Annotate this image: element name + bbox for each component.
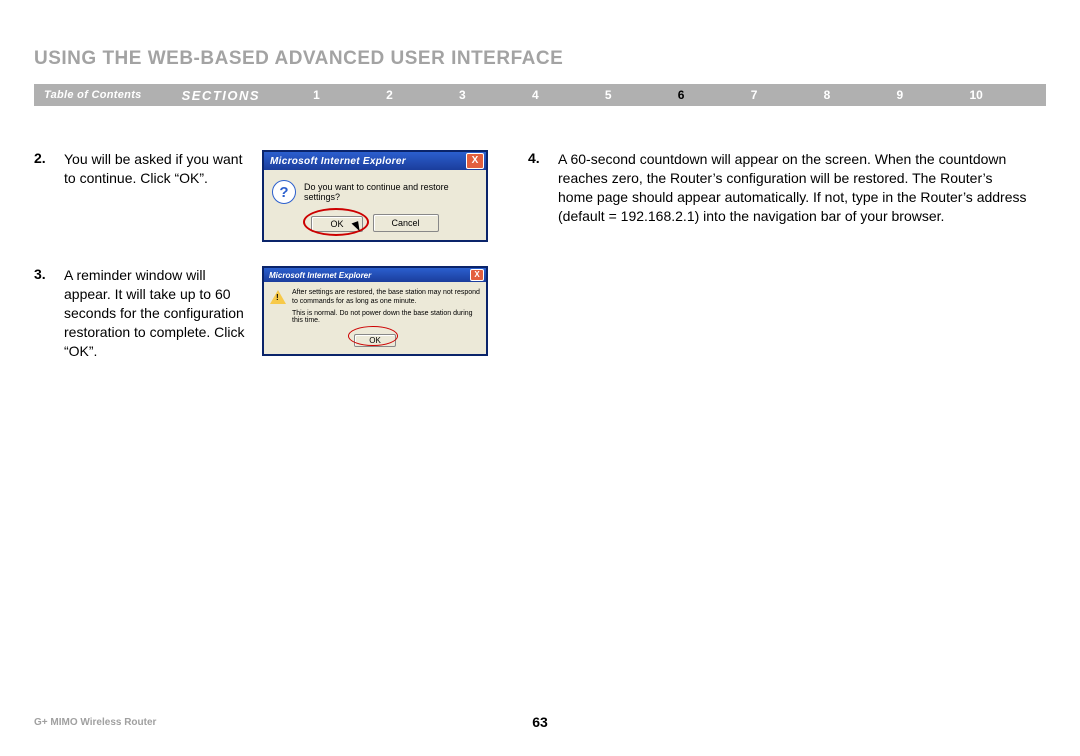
section-link-1[interactable]: 1 [313,88,320,102]
section-link-8[interactable]: 8 [824,88,831,102]
dialog-line1: After settings are restored, the base st… [292,288,480,306]
close-icon[interactable]: X [470,269,484,281]
warning-icon [270,290,286,304]
section-link-9[interactable]: 9 [897,88,904,102]
step-2-screenshot: Microsoft Internet Explorer X ? Do you w… [262,150,484,242]
section-link-5[interactable]: 5 [605,88,612,102]
question-icon: ? [272,180,296,204]
right-column: 4. A 60-second countdown will appear on … [528,150,1038,384]
step-2-number: 2. [34,150,64,242]
dialog-titlebar: Microsoft Internet Explorer X [264,152,486,170]
left-column: 2. You will be asked if you want to cont… [34,150,528,384]
confirm-dialog: Microsoft Internet Explorer X ? Do you w… [262,150,488,242]
section-link-6[interactable]: 6 [678,88,685,102]
step-3: 3. A reminder window will appear. It wil… [34,266,528,360]
page-number: 63 [0,714,1080,730]
dialog-title: Microsoft Internet Explorer [269,271,371,280]
content-area: 2. You will be asked if you want to cont… [34,150,1046,384]
sections-label: SECTIONS [152,88,280,103]
dialog-body: After settings are restored, the base st… [264,282,486,354]
section-link-3[interactable]: 3 [459,88,466,102]
section-nav-bar: Table of Contents SECTIONS 1 2 3 4 5 6 7… [34,84,1046,106]
section-link-7[interactable]: 7 [751,88,758,102]
toc-link[interactable]: Table of Contents [34,89,152,101]
dialog-title: Microsoft Internet Explorer [270,156,406,167]
reminder-dialog: Microsoft Internet Explorer X After sett… [262,266,488,356]
step-3-text: A reminder window will appear. It will t… [64,266,262,360]
step-4-number: 4. [528,150,558,226]
step-4: 4. A 60-second countdown will appear on … [528,150,1038,226]
section-numbers: 1 2 3 4 5 6 7 8 9 10 [280,88,1046,102]
ok-button[interactable]: OK [354,334,396,347]
close-icon[interactable]: X [466,153,484,169]
dialog-line2: This is normal. Do not power down the ba… [292,310,480,324]
step-4-text: A 60-second countdown will appear on the… [558,150,1028,226]
section-link-10[interactable]: 10 [969,88,982,102]
step-3-number: 3. [34,266,64,360]
section-link-4[interactable]: 4 [532,88,539,102]
step-2: 2. You will be asked if you want to cont… [34,150,528,242]
step-3-screenshot: Microsoft Internet Explorer X After sett… [262,266,484,360]
dialog-titlebar: Microsoft Internet Explorer X [264,268,486,282]
cancel-button[interactable]: Cancel [373,214,439,232]
step-2-text: You will be asked if you want to continu… [64,150,262,242]
section-link-2[interactable]: 2 [386,88,393,102]
dialog-message: Do you want to continue and restore sett… [304,182,478,202]
page-title: USING THE WEB-BASED ADVANCED USER INTERF… [34,48,563,70]
dialog-body: ? Do you want to continue and restore se… [264,170,486,240]
